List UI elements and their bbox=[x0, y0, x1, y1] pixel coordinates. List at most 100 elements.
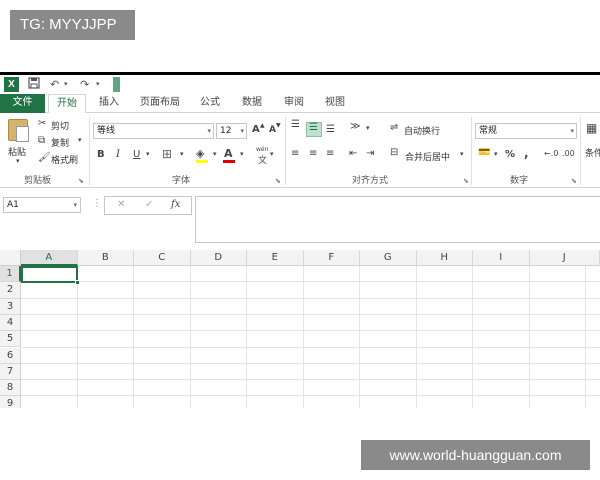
alignment-launcher-icon[interactable]: ⬊ bbox=[463, 177, 469, 185]
italic-button[interactable]: I bbox=[116, 149, 120, 160]
cut-button[interactable]: 剪切 bbox=[51, 119, 69, 132]
font-size-select[interactable]: 12 ▾ bbox=[216, 123, 247, 139]
font-size-value: 12 bbox=[220, 126, 232, 136]
align-center-icon[interactable]: ≡ bbox=[309, 148, 317, 159]
column-header-e[interactable]: E bbox=[247, 250, 304, 266]
select-all-corner[interactable] bbox=[0, 250, 21, 266]
increase-indent-icon[interactable]: ⇥ bbox=[366, 148, 374, 159]
decrease-font-size-button[interactable]: A bbox=[269, 125, 276, 135]
redo-dropdown-icon[interactable]: ▾ bbox=[96, 77, 100, 92]
decrease-indent-icon[interactable]: ⇤ bbox=[349, 148, 357, 159]
column-header-b[interactable]: B bbox=[77, 250, 134, 266]
underline-button[interactable]: U bbox=[133, 149, 140, 160]
phonetic-dropdown-icon[interactable]: ▾ bbox=[270, 150, 274, 158]
font-name-select[interactable]: 等线 ▾ bbox=[93, 123, 214, 139]
align-bottom-icon[interactable]: ☰ bbox=[326, 124, 335, 135]
row-header-5[interactable]: 5 bbox=[0, 331, 21, 348]
percent-style-button[interactable]: % bbox=[505, 149, 515, 160]
comma-style-button[interactable]: , bbox=[524, 146, 529, 160]
tab-home[interactable]: 开始 bbox=[48, 94, 86, 114]
formula-input[interactable] bbox=[195, 196, 600, 243]
insert-function-button[interactable]: fx bbox=[171, 199, 180, 210]
column-header-j[interactable]: J bbox=[529, 250, 600, 266]
tab-review[interactable]: 审阅 bbox=[278, 94, 310, 113]
decrease-decimal-icon[interactable]: .00 bbox=[562, 149, 575, 158]
bold-button[interactable]: B bbox=[97, 149, 105, 160]
tab-formulas[interactable]: 公式 bbox=[194, 94, 226, 113]
row-header-2[interactable]: 2 bbox=[0, 282, 21, 299]
redo-icon[interactable]: ↷ bbox=[80, 77, 89, 92]
orientation-icon[interactable]: ≫ bbox=[350, 121, 360, 132]
increase-font-size-button[interactable]: A bbox=[252, 124, 260, 135]
border-dropdown-icon[interactable]: ▾ bbox=[180, 150, 184, 158]
conditional-formatting-icon[interactable]: ▦ bbox=[586, 121, 597, 135]
tab-file[interactable]: 文件 bbox=[0, 94, 45, 113]
save-icon[interactable] bbox=[28, 77, 40, 92]
row-header-6[interactable]: 6 bbox=[0, 347, 21, 364]
tab-data[interactable]: 数据 bbox=[236, 94, 268, 113]
align-middle-icon[interactable]: ☰ bbox=[309, 122, 318, 133]
tab-view[interactable]: 视图 bbox=[319, 94, 351, 113]
fill-color-icon[interactable]: ◈ bbox=[196, 147, 204, 160]
cancel-entry-button[interactable]: ✕ bbox=[117, 199, 125, 210]
underline-dropdown-icon[interactable]: ▾ bbox=[146, 150, 150, 158]
confirm-entry-button[interactable]: ✓ bbox=[145, 199, 153, 210]
column-header-d[interactable]: D bbox=[190, 250, 247, 266]
column-header-g[interactable]: G bbox=[360, 250, 417, 266]
phonetic-guide-icon[interactable]: 文 bbox=[258, 153, 267, 166]
fill-handle[interactable] bbox=[75, 280, 80, 285]
customize-toolbar-button[interactable] bbox=[113, 77, 120, 92]
font-group-label: 字体 bbox=[172, 176, 191, 186]
row-header-3[interactable]: 3 bbox=[0, 298, 21, 315]
copy-dropdown-icon[interactable]: ▾ bbox=[78, 136, 82, 144]
align-right-icon[interactable]: ≡ bbox=[326, 148, 334, 159]
accounting-format-icon[interactable]: 💳 bbox=[478, 147, 490, 158]
font-color-button[interactable]: A bbox=[224, 147, 233, 160]
paste-dropdown-icon[interactable]: ▾ bbox=[16, 157, 20, 165]
undo-dropdown-icon[interactable]: ▾ bbox=[64, 77, 68, 92]
clipboard-launcher-icon[interactable]: ⬊ bbox=[78, 177, 84, 185]
merge-dropdown-icon[interactable]: ▾ bbox=[460, 150, 464, 158]
column-header-f[interactable]: F bbox=[303, 250, 360, 266]
tab-insert[interactable]: 插入 bbox=[92, 94, 126, 113]
copy-button[interactable]: 复制 bbox=[51, 136, 69, 149]
column-header-i[interactable]: I bbox=[473, 250, 530, 266]
name-box[interactable]: A1 ▾ bbox=[3, 197, 81, 213]
chevron-down-icon: ▾ bbox=[207, 127, 211, 135]
font-launcher-icon[interactable]: ⬊ bbox=[275, 177, 281, 185]
border-icon[interactable]: ⊞ bbox=[162, 147, 172, 161]
merge-center-button[interactable]: 合并后居中 bbox=[405, 150, 450, 163]
align-top-icon[interactable]: ☰ bbox=[291, 119, 300, 130]
column-header-h[interactable]: H bbox=[416, 250, 473, 266]
group-divider bbox=[471, 117, 472, 185]
column-gridline bbox=[246, 266, 247, 408]
active-cell-a1[interactable] bbox=[21, 266, 78, 283]
orientation-dropdown-icon[interactable]: ▾ bbox=[366, 124, 370, 132]
row-header-7[interactable]: 7 bbox=[0, 363, 21, 381]
column-header-c[interactable]: C bbox=[134, 250, 191, 266]
row-header-9[interactable]: 9 bbox=[0, 396, 21, 408]
column-gridline bbox=[472, 266, 473, 408]
undo-icon[interactable]: ↶ bbox=[50, 77, 59, 92]
number-launcher-icon[interactable]: ⬊ bbox=[571, 177, 577, 185]
font-color-dropdown-icon[interactable]: ▾ bbox=[240, 150, 244, 158]
align-left-icon[interactable]: ≡ bbox=[291, 148, 299, 159]
accounting-dropdown-icon[interactable]: ▾ bbox=[494, 150, 498, 158]
increase-decimal-icon[interactable]: ←.0 bbox=[544, 149, 558, 158]
conditional-formatting-button[interactable]: 条件 bbox=[585, 146, 600, 159]
number-format-select[interactable]: 常规 ▾ bbox=[475, 123, 577, 139]
fill-color-dropdown-icon[interactable]: ▾ bbox=[213, 150, 217, 158]
row-gridline bbox=[21, 362, 600, 364]
wrap-text-button[interactable]: 自动换行 bbox=[404, 124, 440, 137]
format-painter-button[interactable]: 格式刷 bbox=[51, 153, 78, 166]
row-header-1[interactable]: 1 bbox=[0, 266, 21, 283]
row-header-4[interactable]: 4 bbox=[0, 314, 21, 332]
row-gridline bbox=[21, 330, 600, 332]
tab-page-layout[interactable]: 页面布局 bbox=[134, 94, 186, 113]
column-header-a[interactable]: A bbox=[21, 250, 78, 266]
worksheet-grid[interactable]: ABCDEFGHIJ 123456789 bbox=[0, 250, 600, 408]
paste-icon[interactable] bbox=[8, 119, 29, 142]
column-gridline bbox=[585, 266, 586, 408]
watermark-top: TG: MYYJJPP bbox=[10, 10, 135, 40]
row-header-8[interactable]: 8 bbox=[0, 380, 21, 397]
